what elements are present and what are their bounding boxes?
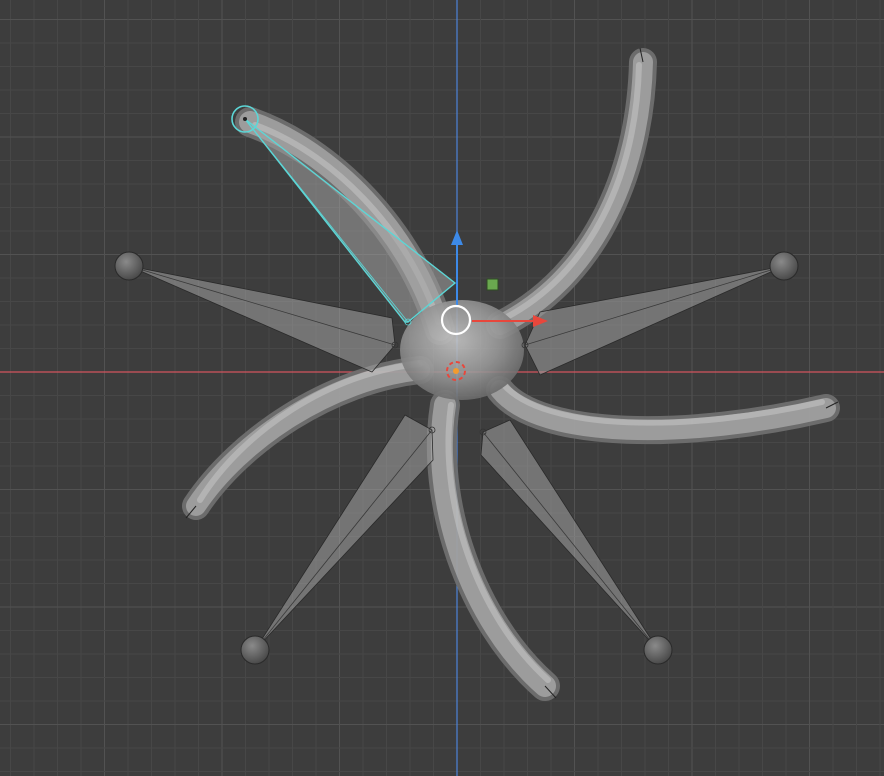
bone-tail-joint[interactable] <box>643 635 673 665</box>
bone-body <box>480 419 659 651</box>
bone-tail-joint[interactable] <box>769 251 799 281</box>
tentacle-right <box>486 376 840 445</box>
bone-tail-joint[interactable] <box>114 251 144 281</box>
bone-spine <box>254 429 433 651</box>
3d-viewport[interactable] <box>0 0 884 776</box>
object-origin-icon[interactable] <box>486 278 499 291</box>
gizmo-y-arrow[interactable] <box>451 230 463 245</box>
bone-body <box>244 118 457 323</box>
bone-tail-joint[interactable] <box>240 635 270 665</box>
octopus-mesh[interactable] <box>182 47 840 701</box>
bone[interactable] <box>240 414 436 665</box>
bone-selected[interactable] <box>231 105 457 326</box>
bone-tail-point <box>243 117 247 121</box>
bone-body <box>254 414 434 651</box>
bone-body <box>128 265 396 373</box>
bone-spine <box>482 431 659 651</box>
octopus-body <box>400 300 524 400</box>
bone[interactable] <box>114 251 399 373</box>
viewport-canvas[interactable] <box>0 0 884 776</box>
